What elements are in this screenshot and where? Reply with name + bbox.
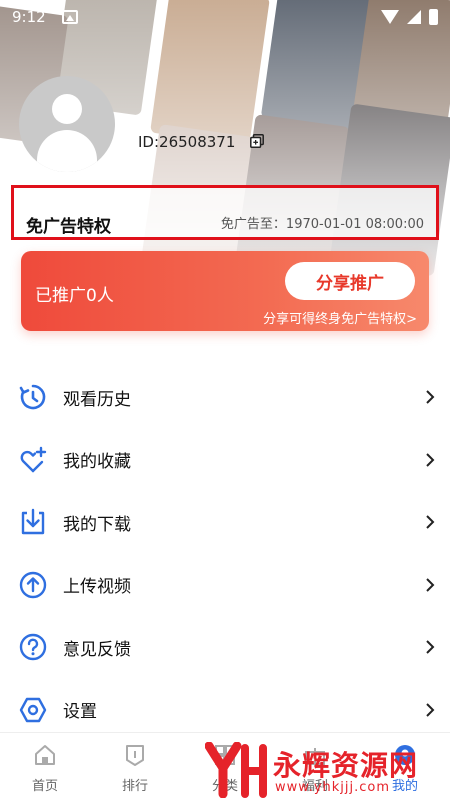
- nav-item-ranking[interactable]: 排行: [90, 733, 180, 800]
- nav-label: 排行: [121, 779, 148, 794]
- status-indicators: [381, 9, 438, 25]
- menu-item-favorites[interactable]: 我的收藏: [0, 429, 450, 492]
- watermark-url: www.yhkjjj.com: [275, 780, 391, 795]
- status-time: 9:12: [12, 8, 46, 26]
- menu-item-upload[interactable]: 上传视频: [0, 554, 450, 617]
- menu-item-feedback[interactable]: 意见反馈: [0, 616, 450, 679]
- nav-item-home[interactable]: 首页: [0, 733, 90, 800]
- chevron-right-icon: [426, 515, 435, 529]
- menu-label: 观看历史: [63, 389, 131, 410]
- menu-list: 观看历史 我的收藏 我的下载 上传视频 意见反馈 设置: [0, 366, 450, 741]
- privilege-expire: 免广告至：1970-01-01 08:00:00: [220, 217, 424, 232]
- chevron-right-icon: [426, 453, 435, 467]
- menu-item-downloads[interactable]: 我的下载: [0, 491, 450, 554]
- ranking-icon: [126, 745, 144, 766]
- promo-hint[interactable]: 分享可得终身免广告特权>: [263, 308, 417, 327]
- avatar-body-shape: [37, 130, 97, 172]
- watermark-logo: [205, 742, 267, 798]
- menu-label: 设置: [63, 702, 97, 723]
- status-bar: 9:12: [0, 0, 450, 34]
- chevron-right-icon: [426, 640, 435, 654]
- user-id: ID:26508371: [138, 133, 236, 151]
- chevron-right-icon: [426, 578, 435, 592]
- promo-count: 已推广0人: [35, 286, 114, 306]
- help-icon: [19, 634, 47, 661]
- download-icon: [21, 509, 45, 535]
- watermark-title: 永辉资源网: [273, 749, 419, 782]
- menu-label: 上传视频: [63, 577, 131, 598]
- upload-icon: [19, 571, 47, 598]
- watermark: 永辉资源网 www.yhkjjj.com: [205, 742, 450, 800]
- menu-item-history[interactable]: 观看历史: [0, 366, 450, 429]
- wifi-icon: [381, 10, 399, 24]
- battery-icon: [429, 9, 438, 25]
- menu-label: 我的下载: [63, 514, 131, 535]
- nav-label: 首页: [31, 779, 58, 794]
- ad-free-privilege: 免广告特权 免广告至：1970-01-01 08:00:00: [11, 185, 439, 240]
- chevron-right-icon: [426, 703, 435, 717]
- menu-label: 我的收藏: [63, 452, 131, 473]
- share-promote-button[interactable]: 分享推广: [285, 262, 415, 300]
- gallery-icon: [61, 10, 78, 24]
- settings-icon: [19, 697, 47, 722]
- promo-card: 已推广0人 分享推广 分享可得终身免广告特权>: [21, 251, 429, 331]
- avatar[interactable]: [19, 76, 115, 172]
- signal-icon: [407, 10, 421, 24]
- avatar-head-shape: [52, 94, 82, 124]
- copy-icon[interactable]: [250, 134, 264, 148]
- history-icon: [19, 384, 46, 410]
- privilege-title: 免广告特权: [26, 217, 111, 237]
- heart-plus-icon: [20, 446, 47, 472]
- menu-label: 意见反馈: [63, 639, 131, 660]
- home-icon: [35, 745, 55, 765]
- chevron-right-icon: [426, 390, 435, 404]
